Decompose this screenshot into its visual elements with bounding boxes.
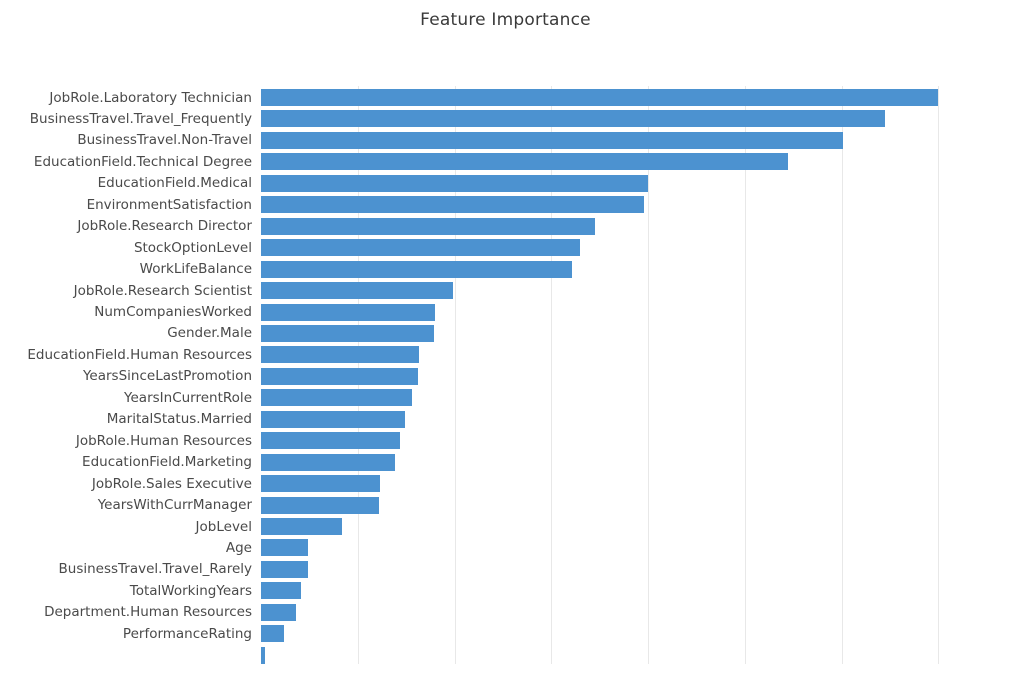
y-axis-tick-label: BusinessTravel.Non-Travel [77, 132, 252, 149]
bar[interactable] [261, 260, 572, 278]
bar[interactable] [261, 174, 649, 192]
y-axis-tick-label: BusinessTravel.Travel_Frequently [29, 111, 252, 127]
bar[interactable] [261, 518, 343, 535]
y-axis-tick-label: MaritalStatus.Married [106, 411, 252, 428]
bar[interactable] [261, 153, 788, 171]
y-axis-tick-label: PerformanceRating [122, 625, 252, 642]
bar[interactable] [261, 496, 380, 514]
bar[interactable] [261, 324, 435, 342]
bar[interactable] [261, 110, 886, 128]
y-axis-tick-label: StockOptionLevel [133, 239, 252, 256]
bar[interactable] [261, 346, 419, 364]
y-axis-tick-label: YearsSinceLastPromotion [82, 368, 252, 385]
plot-area [261, 86, 1011, 664]
y-axis-tick-label: JobRole.Human Resources [75, 432, 252, 449]
y-axis-tick-label: TotalWorkingYears [129, 582, 252, 599]
bar[interactable] [261, 475, 380, 493]
bar[interactable] [261, 603, 296, 621]
bar[interactable] [261, 367, 418, 385]
bar[interactable] [261, 217, 595, 235]
bar[interactable] [261, 196, 645, 214]
bar[interactable] [261, 453, 395, 471]
y-axis-tick-label: JobRole.Research Scientist [73, 282, 252, 299]
y-axis-tick-label: EducationField.Medical [97, 175, 252, 192]
y-axis-tick-label: BusinessTravel.Travel_Rarely [58, 561, 253, 578]
bar[interactable] [261, 282, 453, 299]
bar[interactable] [261, 239, 581, 257]
bar[interactable] [261, 539, 308, 557]
bar[interactable] [261, 89, 939, 106]
y-axis-tick-label: Department.Human Resources [44, 604, 252, 621]
bar-series [261, 86, 1011, 664]
bar-clipped[interactable] [261, 646, 265, 664]
y-axis-tick-label: JobRole.Sales Executive [91, 475, 252, 492]
bar[interactable] [261, 131, 843, 149]
bar[interactable] [261, 560, 308, 578]
y-axis-tick-label: EnvironmentSatisfaction [86, 196, 252, 213]
bar[interactable] [261, 410, 406, 428]
y-axis-tick-label: WorkLifeBalance [139, 261, 252, 278]
chart-title: Feature Importance [420, 10, 591, 30]
y-axis-tick-label: EducationField.Marketing [82, 454, 252, 471]
y-axis-tick-label: NumCompaniesWorked [94, 304, 252, 320]
y-axis-tick-label: YearsInCurrentRole [124, 389, 252, 406]
feature-importance-chart: Feature Importance JobRole.Laboratory Te… [0, 0, 1011, 685]
bar[interactable] [261, 625, 285, 643]
y-axis-tick-label: Age [225, 539, 252, 556]
y-axis-tick-label: EducationField.Human Resources [27, 346, 252, 363]
bar[interactable] [261, 582, 301, 600]
bar[interactable] [261, 303, 436, 321]
y-axis-tick-label: Gender.Male [167, 325, 252, 342]
y-axis-tick-label: JobRole.Laboratory Technician [49, 89, 252, 106]
y-axis-tick-label: YearsWithCurrManager [97, 497, 252, 514]
y-axis-tick-label: EducationField.Technical Degree [33, 153, 252, 170]
bar[interactable] [261, 432, 401, 450]
y-axis-tick-label: JobLevel [195, 518, 252, 535]
y-axis-tick-labels: JobRole.Laboratory Technician BusinessTra… [0, 86, 252, 664]
y-axis-label-group: JobRole.Laboratory Technician BusinessTra… [0, 86, 252, 664]
bar[interactable] [261, 389, 412, 407]
y-axis-tick-label: JobRole.Research Director [77, 218, 252, 235]
